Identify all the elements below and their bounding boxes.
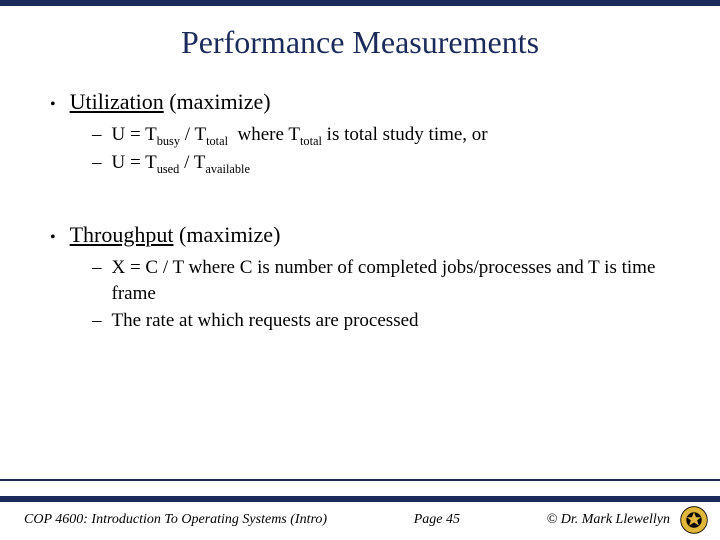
sub-list: – X = C / T where C is number of complet…: [92, 255, 684, 334]
dash-icon: –: [92, 308, 102, 334]
list-item: – The rate at which requests are process…: [92, 308, 684, 334]
footer-row: COP 4600: Introduction To Operating Syst…: [0, 502, 720, 540]
section-heading: • Throughput (maximize): [50, 222, 684, 249]
footer-rule-thin: [0, 479, 720, 481]
footer-copyright: © Dr. Mark Llewellyn: [547, 512, 670, 528]
section-title: Throughput (maximize): [70, 222, 281, 248]
section-throughput: • Throughput (maximize) – X = C / T wher…: [50, 222, 684, 334]
list-item: – U = Tbusy / Ttotal where Ttotal is tot…: [92, 122, 684, 148]
footer-right: © Dr. Mark Llewellyn: [547, 506, 708, 534]
footer-course: COP 4600: Introduction To Operating Syst…: [24, 512, 327, 528]
sub-text: X = C / T where C is number of completed…: [112, 255, 685, 306]
section-title: Utilization (maximize): [70, 89, 271, 115]
bullet-icon: •: [50, 94, 56, 116]
sub-text: U = Tused / Tavailable: [112, 150, 685, 176]
dash-icon: –: [92, 150, 102, 176]
sub-text: The rate at which requests are processed: [112, 308, 685, 334]
dash-icon: –: [92, 255, 102, 281]
sub-text: U = Tbusy / Ttotal where Ttotal is total…: [112, 122, 685, 148]
slide-footer: COP 4600: Introduction To Operating Syst…: [0, 479, 720, 540]
list-item: – X = C / T where C is number of complet…: [92, 255, 684, 306]
top-accent-bar: [0, 0, 720, 6]
footer-page: Page 45: [414, 512, 460, 528]
ucf-logo-icon: [680, 506, 708, 534]
sub-list: – U = Tbusy / Ttotal where Ttotal is tot…: [92, 122, 684, 175]
dash-icon: –: [92, 122, 102, 148]
section-utilization: • Utilization (maximize) – U = Tbusy / T…: [50, 89, 684, 176]
section-heading: • Utilization (maximize): [50, 89, 684, 116]
list-item: – U = Tused / Tavailable: [92, 150, 684, 176]
slide-content: • Utilization (maximize) – U = Tbusy / T…: [0, 89, 720, 334]
bullet-icon: •: [50, 227, 56, 249]
slide-title: Performance Measurements: [0, 24, 720, 61]
